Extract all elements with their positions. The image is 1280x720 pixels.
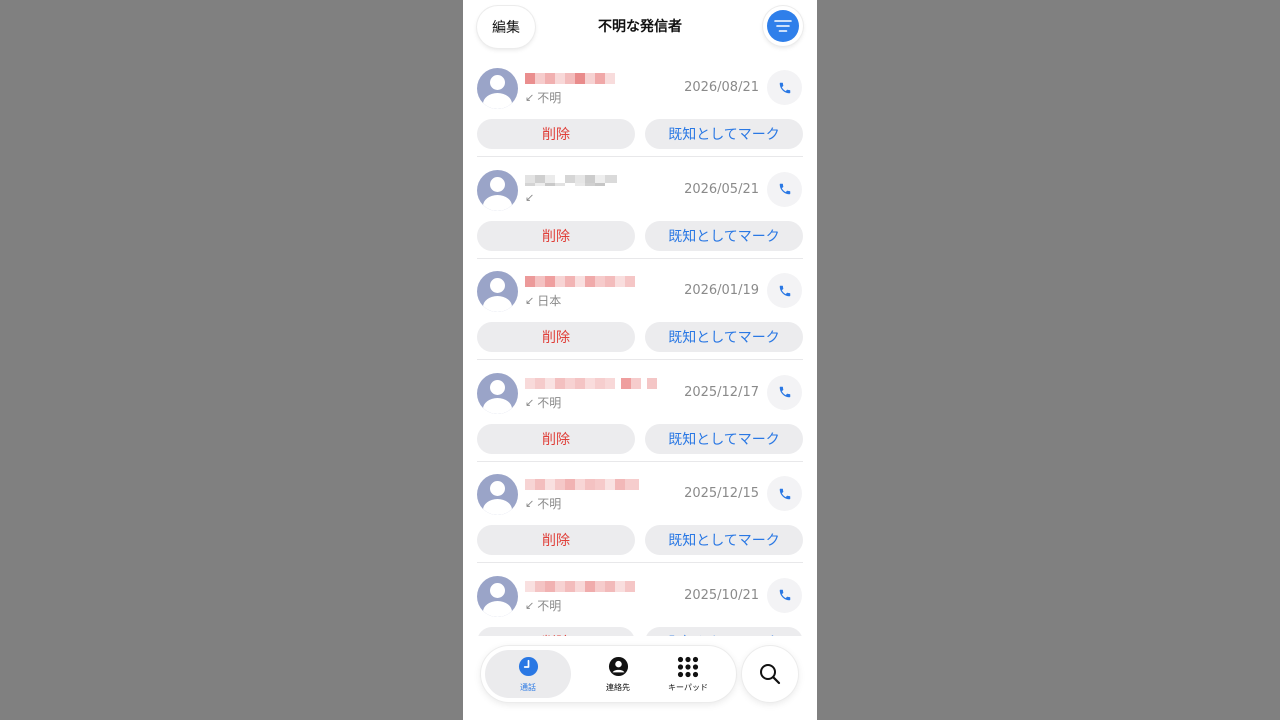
delete-button[interactable]: 削除 <box>477 525 635 555</box>
phone-icon <box>779 183 790 195</box>
avatar <box>477 169 518 211</box>
mark-known-button[interactable]: 既知としてマーク <box>645 423 803 454</box>
phone-icon <box>779 285 790 296</box>
redacted-name <box>525 580 635 592</box>
list-item[interactable]: ↙ 不明 2025/10/21 削除 既知としてマーク <box>463 568 817 636</box>
incoming-arrow-icon: ↙ <box>525 294 535 307</box>
search-button[interactable] <box>742 646 798 702</box>
filter-lines-icon <box>767 10 799 42</box>
mark-known-button[interactable]: 既知としてマーク <box>645 322 803 352</box>
divider <box>477 359 803 360</box>
avatar <box>477 575 518 617</box>
call-date: 2026/05/21 <box>684 181 759 197</box>
clock-icon <box>517 656 539 678</box>
call-button[interactable] <box>767 70 802 105</box>
call-date: 2025/12/15 <box>684 486 759 501</box>
tab-label: キーパッド <box>668 682 708 692</box>
list-item[interactable]: ↙ 不明 2025/12/15 削除 既知としてマーク <box>463 466 817 568</box>
tab-calls[interactable]: 通話 <box>485 650 571 698</box>
divider <box>477 562 803 563</box>
list-item[interactable]: ↙ 不明 2026/08/21 削除 既知としてマーク <box>463 60 817 162</box>
incoming-arrow-icon: ↙ <box>525 598 535 612</box>
call-date: 2026/08/21 <box>684 80 759 95</box>
tab-keypad[interactable]: キーパッド <box>657 650 719 698</box>
phone-icon <box>779 82 790 93</box>
incoming-arrow-icon: ↙ <box>525 497 535 510</box>
caller-info: ↙ 不明 <box>525 495 561 512</box>
delete-button[interactable]: 削除 <box>477 119 635 149</box>
redacted-name <box>525 276 635 287</box>
avatar <box>477 474 518 515</box>
caller-info: ↙ 不明 <box>525 89 561 106</box>
avatar <box>477 372 518 414</box>
search-icon <box>760 664 781 685</box>
mark-known-button[interactable]: 既知としてマーク <box>645 626 803 636</box>
incoming-arrow-icon: ↙ <box>525 91 535 104</box>
list-item[interactable]: ↙ 不明 2025/12/17 削除 既知としてマーク <box>463 365 817 467</box>
list-item[interactable]: ↙ 日本 2026/01/19 削除 既知としてマーク <box>463 263 817 365</box>
tab-bar: 通話 連絡先 キーパッド <box>481 646 736 702</box>
call-date: 2025/12/17 <box>684 384 759 400</box>
delete-button[interactable]: 削除 <box>477 423 635 454</box>
redacted-name <box>525 73 615 84</box>
caller-info: ↙ 不明 <box>525 597 561 614</box>
call-button[interactable] <box>767 273 802 308</box>
call-button[interactable] <box>767 374 802 410</box>
avatar <box>477 68 518 109</box>
caller-location: 不明 <box>537 395 562 410</box>
header: 編集 不明な発信者 <box>463 0 817 54</box>
caller-info: ↙ 日本 <box>525 292 561 309</box>
tab-label: 通話 <box>520 682 536 692</box>
caller-info: ↙ <box>525 191 537 204</box>
mark-known-button[interactable]: 既知としてマーク <box>645 525 803 555</box>
caller-location: 不明 <box>537 598 562 613</box>
person-icon <box>607 656 629 678</box>
avatar <box>477 271 518 312</box>
call-button[interactable] <box>767 577 802 613</box>
caller-location: 不明 <box>537 91 562 105</box>
unknown-caller-list: ↙ 不明 2026/08/21 削除 既知としてマーク ↙ 2026/05/21… <box>463 60 817 636</box>
delete-button[interactable]: 削除 <box>477 322 635 352</box>
call-date: 2025/10/21 <box>684 587 759 603</box>
redacted-name <box>525 174 617 186</box>
caller-location: 日本 <box>537 294 562 308</box>
redacted-name <box>525 479 639 490</box>
call-button[interactable] <box>767 171 802 207</box>
incoming-arrow-icon: ↙ <box>525 190 535 204</box>
tab-label: 連絡先 <box>606 682 630 692</box>
incoming-arrow-icon: ↙ <box>525 395 535 409</box>
phone-screen: 編集 不明な発信者 ↙ 不明 2026/08/21 削除 既知としてマーク ↙ … <box>463 0 817 720</box>
divider <box>477 257 803 259</box>
tab-contacts[interactable]: 連絡先 <box>583 650 653 698</box>
caller-info: ↙ 不明 <box>525 394 561 411</box>
phone-icon <box>779 589 790 601</box>
filter-button[interactable] <box>763 6 803 46</box>
delete-button[interactable]: 削除 <box>477 626 635 636</box>
phone-icon <box>779 386 790 398</box>
redacted-name <box>525 377 657 389</box>
caller-location: 不明 <box>537 497 562 511</box>
mark-known-button[interactable]: 既知としてマーク <box>645 220 803 251</box>
divider <box>477 460 803 462</box>
call-button[interactable] <box>767 476 802 511</box>
delete-button[interactable]: 削除 <box>477 220 635 251</box>
keypad-icon <box>677 656 699 678</box>
call-date: 2026/01/19 <box>684 283 759 298</box>
divider <box>477 156 803 157</box>
list-item[interactable]: ↙ 2026/05/21 削除 既知としてマーク <box>463 162 817 264</box>
mark-known-button[interactable]: 既知としてマーク <box>645 119 803 149</box>
phone-icon <box>779 488 790 499</box>
